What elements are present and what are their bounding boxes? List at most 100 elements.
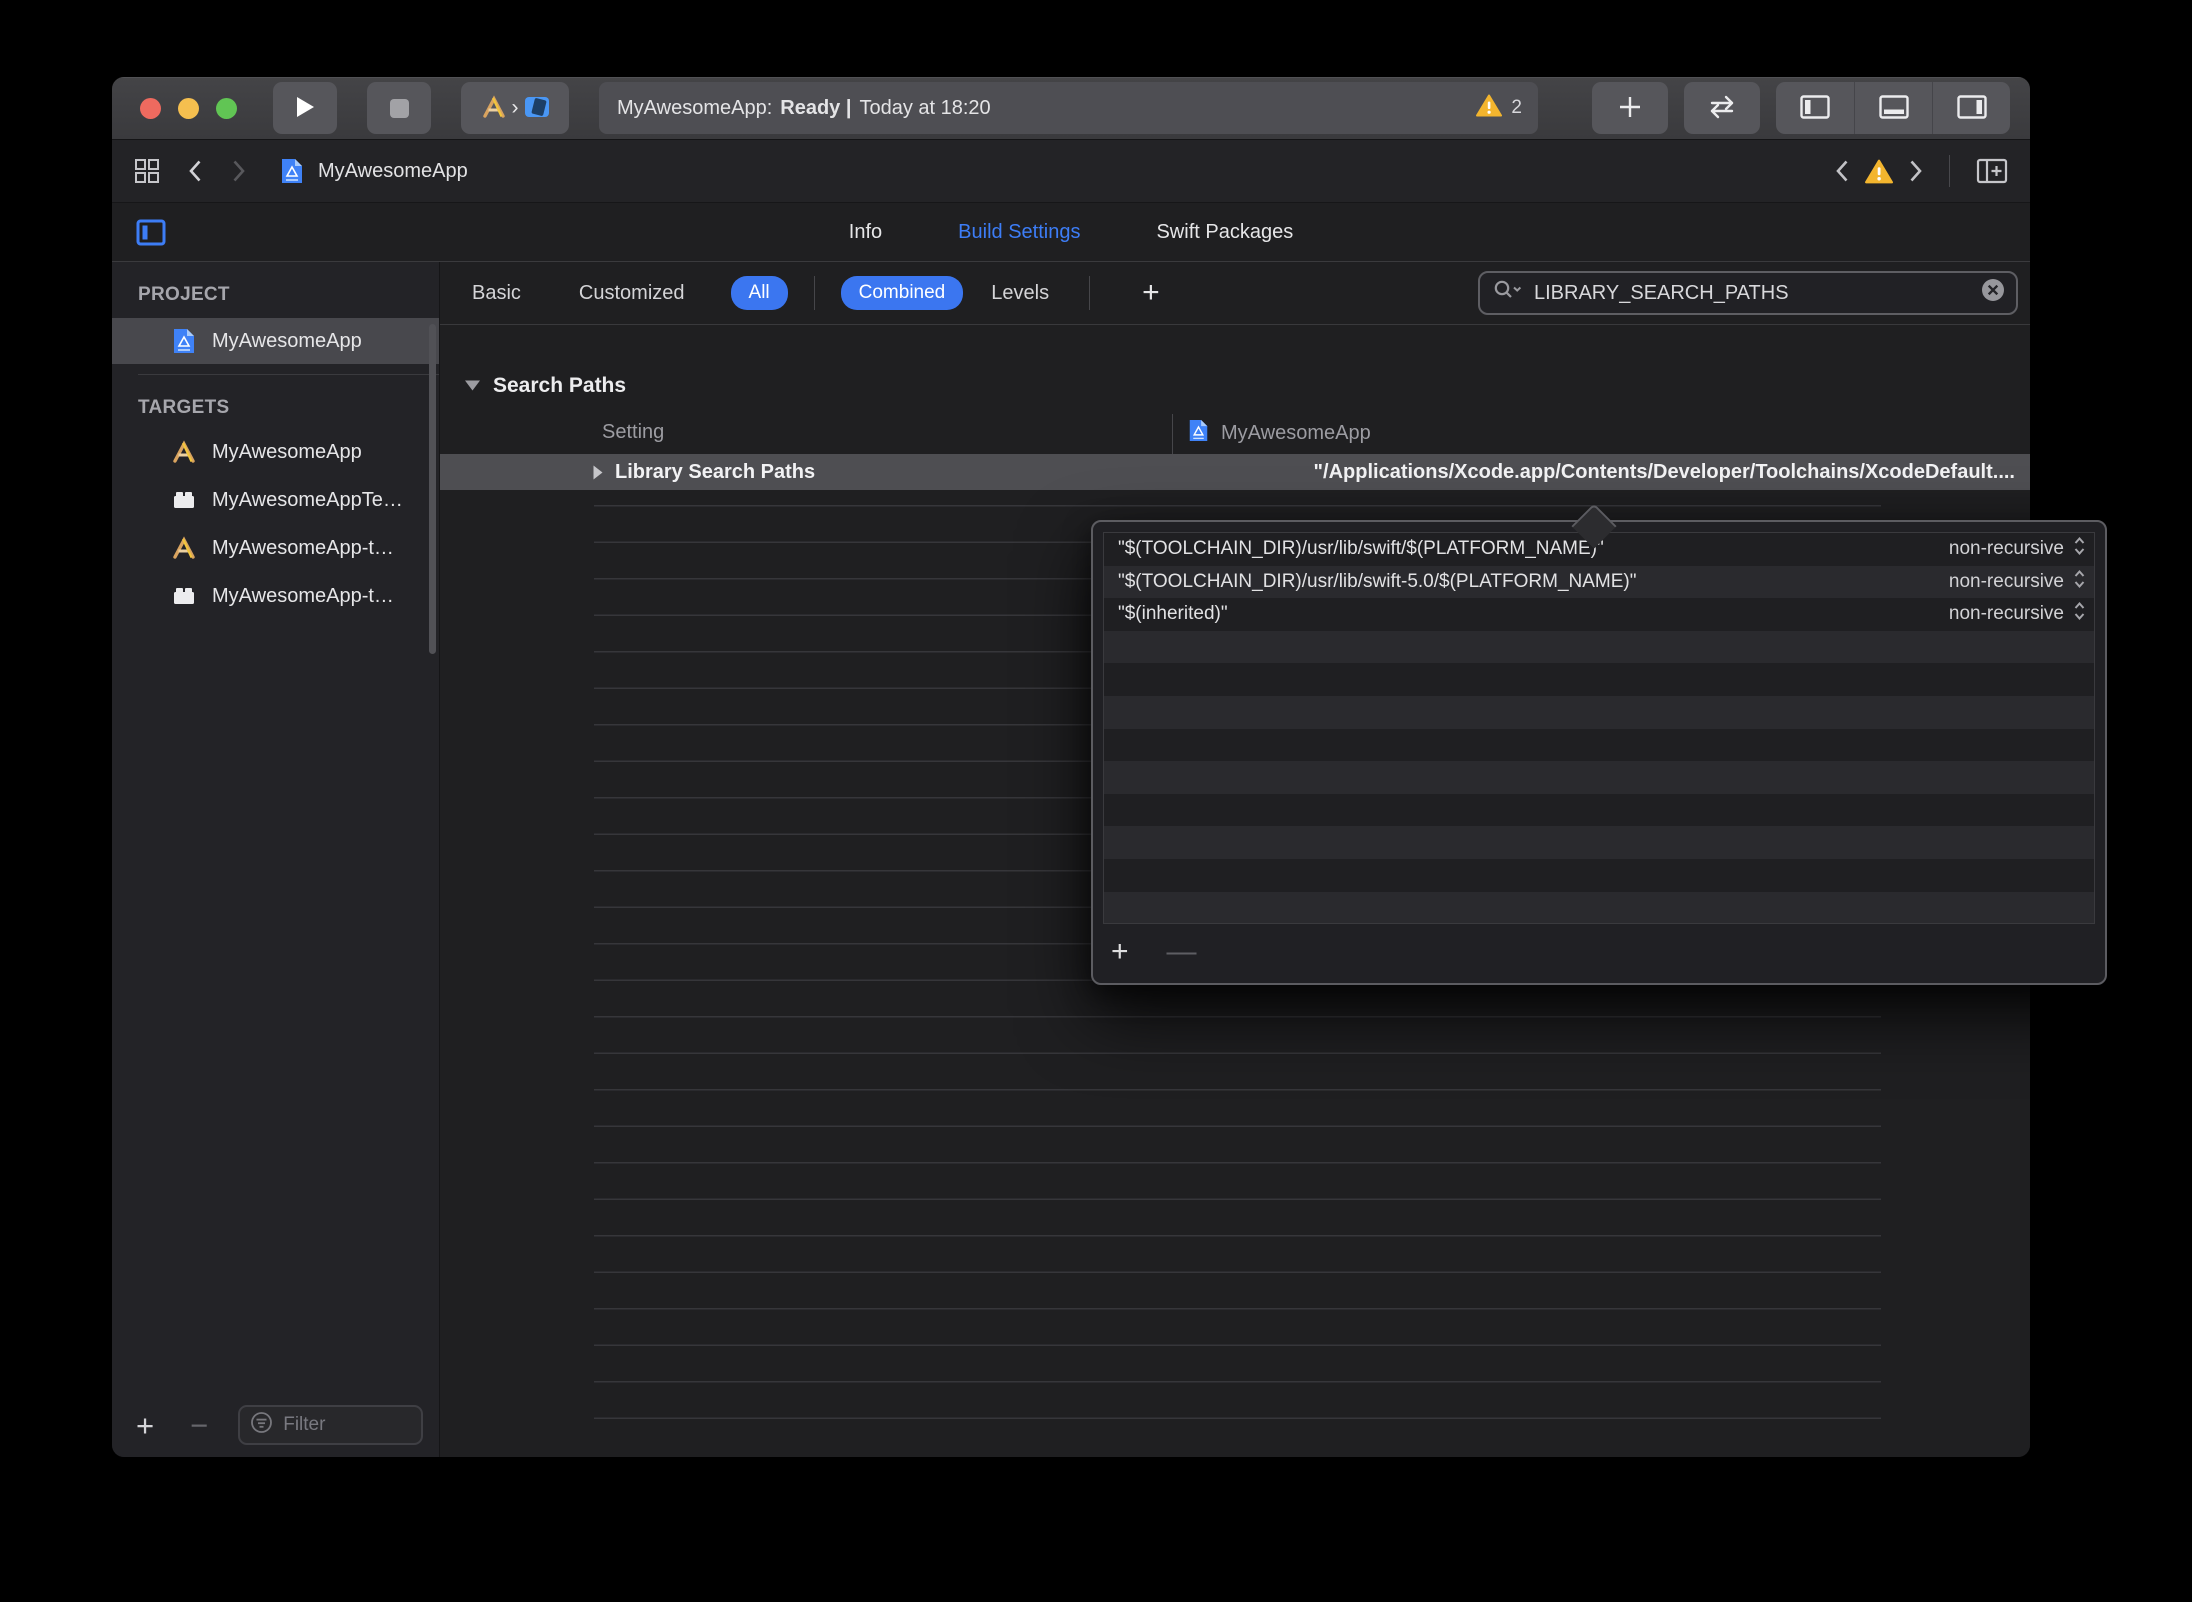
sidebar-scrollbar[interactable]	[429, 324, 436, 654]
sidebar-item-project[interactable]: MyAwesomeApp	[112, 318, 439, 364]
tab-info[interactable]: Info	[849, 221, 882, 244]
paths-table: "$(TOOLCHAIN_DIR)/usr/lib/swift/$(PLATFO…	[1103, 532, 2095, 924]
settings-search-field[interactable]	[1478, 271, 2018, 315]
stepper-icon[interactable]	[2073, 568, 2086, 596]
toggle-right-panel-button[interactable]	[1932, 82, 2010, 134]
window-controls	[140, 98, 237, 119]
forward-chevron-icon[interactable]	[232, 159, 246, 183]
scope-customized[interactable]: Customized	[579, 282, 685, 305]
zoom-window-button[interactable]	[216, 98, 237, 119]
stop-icon	[390, 99, 409, 118]
filter-icon	[250, 1411, 273, 1439]
recursion-select[interactable]: non-recursive	[1949, 600, 2086, 628]
divider	[814, 276, 815, 310]
library-add-button[interactable]	[1592, 82, 1668, 134]
recursion-value: non-recursive	[1949, 538, 2064, 560]
app-target-icon	[170, 440, 198, 464]
recursion-value: non-recursive	[1949, 571, 2064, 593]
tab-build-settings[interactable]: Build Settings	[958, 221, 1080, 244]
popover-footer: + —	[1103, 924, 2095, 980]
path-row[interactable]: "$(TOOLCHAIN_DIR)/usr/lib/swift-5.0/$(PL…	[1104, 566, 2094, 599]
sidebar-item-target-app-2[interactable]: MyAwesomeApp-t…	[112, 525, 439, 571]
status-time: Today at 18:20	[859, 97, 990, 120]
project-file-icon	[170, 327, 198, 355]
sidebar-item-target-app[interactable]: MyAwesomeApp	[112, 429, 439, 475]
project-file-icon	[280, 157, 304, 185]
tab-swift-packages[interactable]: Swift Packages	[1156, 221, 1293, 244]
stepper-icon[interactable]	[2073, 535, 2086, 563]
empty-row	[1104, 631, 2094, 664]
view-levels[interactable]: Levels	[991, 282, 1049, 305]
add-setting-button[interactable]: +	[1142, 278, 1160, 308]
settings-column-headers: Setting MyAwesomeApp	[440, 414, 2030, 454]
toggle-bottom-panel-button[interactable]	[1854, 82, 1932, 134]
swap-arrows-icon	[1705, 94, 1739, 123]
close-window-button[interactable]	[140, 98, 161, 119]
toggle-left-panel-button[interactable]	[1776, 82, 1854, 134]
section-search-paths[interactable]: Search Paths	[464, 374, 626, 398]
bottom-panel-icon	[1879, 95, 1909, 122]
editor-swap-button[interactable]	[1684, 82, 1760, 134]
path-value[interactable]: "$(inherited)"	[1118, 603, 1228, 625]
sidebar-filter-field[interactable]	[238, 1405, 423, 1445]
right-panel-icon	[1957, 95, 1987, 122]
add-editor-icon[interactable]	[1976, 158, 2008, 184]
recursion-select[interactable]: non-recursive	[1949, 535, 2086, 563]
scheme-selector[interactable]: ›	[461, 82, 569, 134]
path-value[interactable]: "$(TOOLCHAIN_DIR)/usr/lib/swift/$(PLATFO…	[1118, 538, 1604, 560]
recursion-value: non-recursive	[1949, 603, 2064, 625]
prev-issue-chevron-icon[interactable]	[1835, 159, 1849, 183]
recursion-select[interactable]: non-recursive	[1949, 568, 2086, 596]
path-row[interactable]: "$(inherited)" non-recursive	[1104, 598, 2094, 631]
empty-row	[1104, 794, 2094, 827]
back-chevron-icon[interactable]	[188, 159, 202, 183]
column-setting: Setting	[602, 421, 664, 444]
warning-icon	[1476, 94, 1502, 123]
remove-target-button[interactable]: −	[190, 1410, 208, 1441]
column-target-label: MyAwesomeApp	[1221, 422, 1371, 445]
scope-all-pill[interactable]: All	[731, 276, 788, 310]
play-icon	[294, 95, 316, 122]
test-target-icon	[170, 490, 198, 510]
warning-badge[interactable]: 2	[1476, 94, 1522, 123]
warning-count: 2	[1511, 97, 1522, 119]
run-button[interactable]	[273, 82, 337, 134]
stop-button[interactable]	[367, 82, 431, 134]
breadcrumb[interactable]: MyAwesomeApp	[318, 160, 468, 183]
activity-status-bar[interactable]: MyAwesomeApp: Ready | Today at 18:20 2	[599, 82, 1538, 134]
disclosure-down-icon	[464, 374, 481, 398]
project-sidebar-toggle-icon[interactable]	[136, 219, 166, 246]
scope-basic[interactable]: Basic	[472, 282, 521, 305]
search-input[interactable]	[1534, 282, 1980, 305]
column-divider[interactable]	[1172, 414, 1173, 454]
clear-search-icon[interactable]	[1980, 277, 2006, 309]
settings-filter-bar: Basic Customized All Combined Levels +	[440, 262, 2030, 325]
project-header: PROJECT	[138, 284, 439, 306]
chevron-right-icon: ›	[512, 96, 519, 120]
targets-header: TARGETS	[138, 397, 439, 419]
related-items-icon[interactable]	[134, 158, 160, 184]
sidebar-item-target-tests-2[interactable]: MyAwesomeApp-t…	[112, 573, 439, 619]
project-targets-sidebar: PROJECT MyAwesomeApp TARGETS MyAwesomeAp…	[112, 262, 440, 1457]
issue-warning-icon[interactable]	[1865, 159, 1893, 184]
empty-row	[1104, 826, 2094, 859]
divider	[1089, 276, 1090, 310]
column-target: MyAwesomeApp	[1188, 418, 1371, 449]
stepper-icon[interactable]	[2073, 600, 2086, 628]
remove-path-button[interactable]: —	[1167, 937, 1197, 967]
jump-bar: MyAwesomeApp	[112, 140, 2030, 203]
sidebar-item-target-tests[interactable]: MyAwesomeAppTe…	[112, 477, 439, 523]
next-issue-chevron-icon[interactable]	[1909, 159, 1923, 183]
sidebar-item-label: MyAwesomeApp-t…	[212, 585, 394, 608]
path-value[interactable]: "$(TOOLCHAIN_DIR)/usr/lib/swift-5.0/$(PL…	[1118, 571, 1636, 593]
project-editor-tabs: Info Build Settings Swift Packages	[849, 221, 1293, 244]
view-combined-pill[interactable]: Combined	[841, 276, 964, 310]
left-panel-icon	[1800, 95, 1830, 122]
filter-input[interactable]	[283, 1414, 403, 1436]
titlebar: › MyAwesomeApp: Ready | Today at 18:20 2	[112, 77, 2030, 140]
sidebar-footer: + −	[112, 1393, 439, 1457]
plus-icon	[1617, 94, 1643, 123]
add-target-button[interactable]: +	[136, 1410, 154, 1441]
minimize-window-button[interactable]	[178, 98, 199, 119]
add-path-button[interactable]: +	[1111, 937, 1129, 967]
